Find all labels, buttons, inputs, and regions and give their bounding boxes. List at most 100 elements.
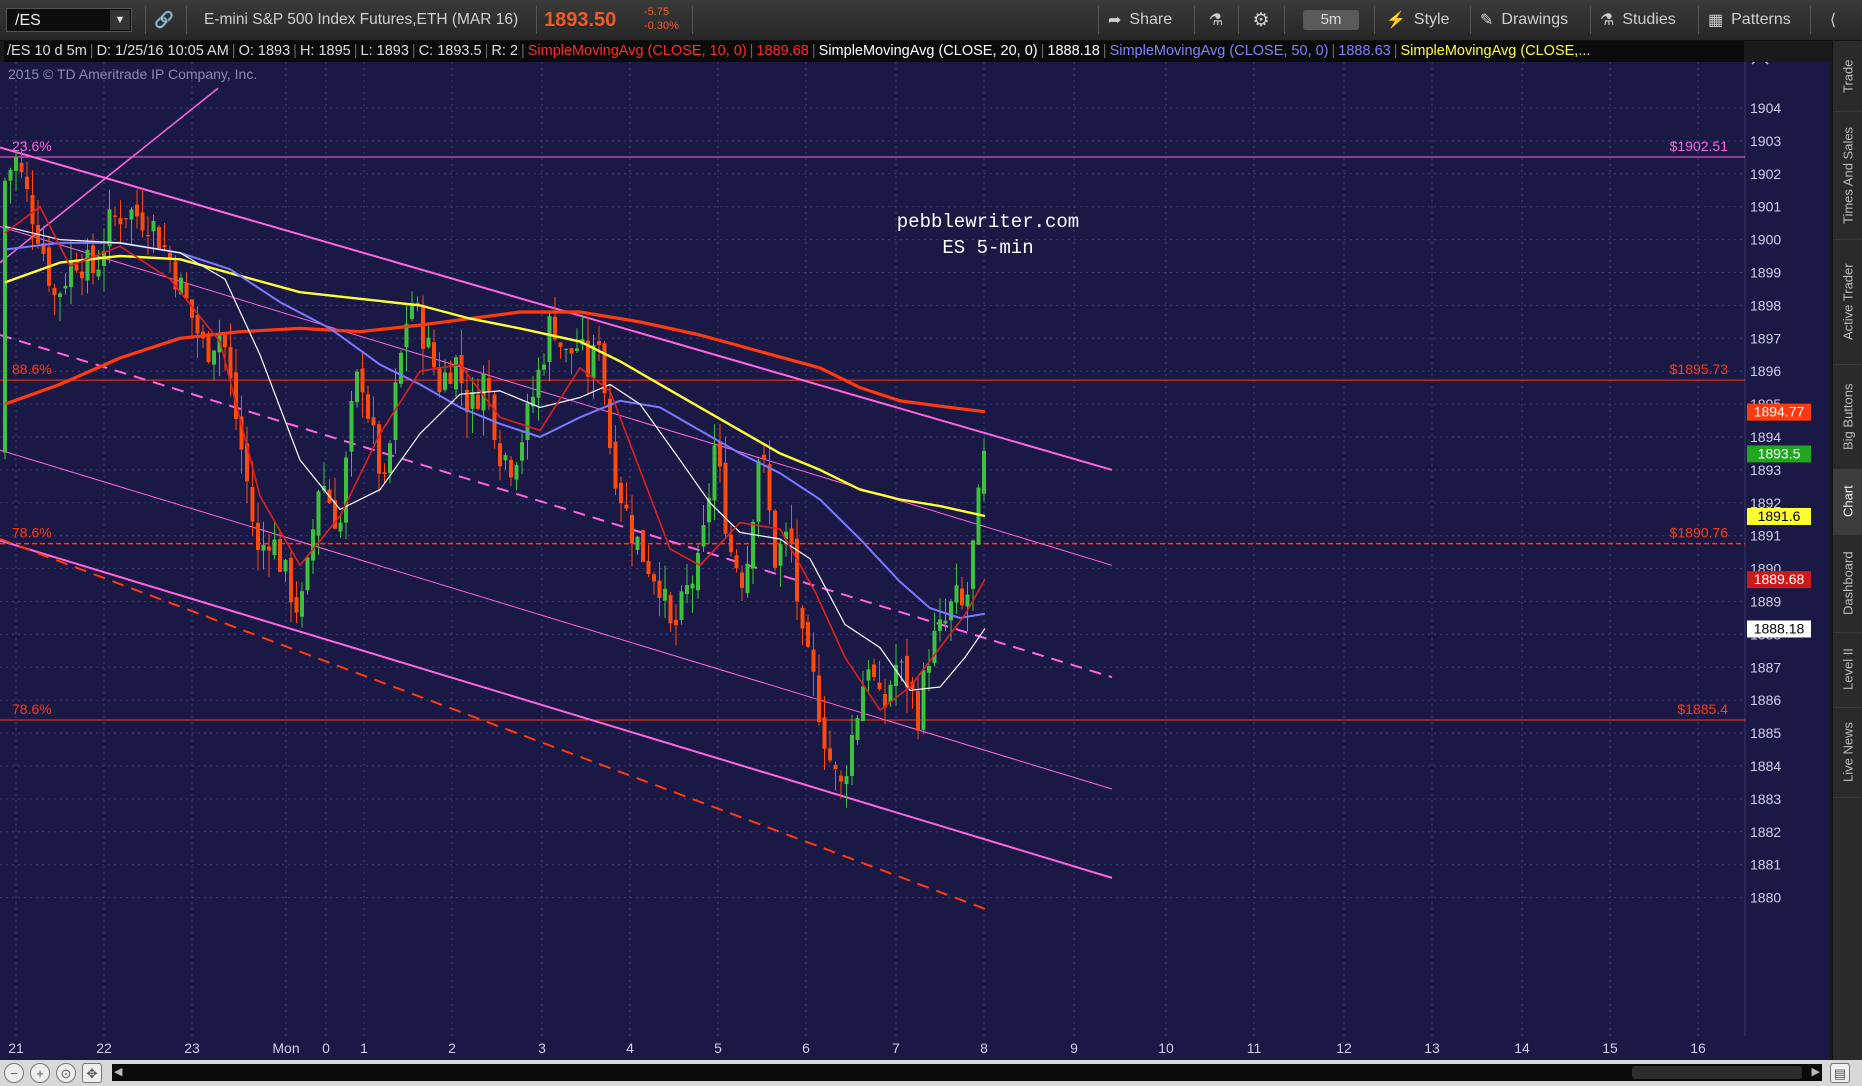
side-tab-level-ii[interactable]: Level II — [1833, 632, 1862, 708]
candle-body — [349, 400, 354, 452]
toolbar-divider — [1194, 6, 1195, 34]
candle-body — [844, 776, 849, 785]
x-tick-label: 14 — [1514, 1040, 1530, 1056]
zoom-in-icon[interactable]: + — [30, 1063, 50, 1083]
candle-body — [267, 546, 271, 551]
candle-body — [861, 686, 865, 722]
symbol-dropdown-icon[interactable]: ▼ — [110, 10, 130, 30]
sma10-label[interactable]: SimpleMovingAvg (CLOSE, 10, 0) — [525, 43, 750, 59]
candle-body — [679, 591, 684, 620]
candle-body — [932, 630, 937, 663]
settings-corner-icon[interactable]: ▤ — [1830, 1063, 1850, 1083]
candle-body — [443, 372, 447, 391]
info-symbol-period: /ES 10 d 5m — [7, 43, 87, 59]
candle-body — [25, 176, 29, 190]
side-tab-big-buttons[interactable]: Big Buttons — [1833, 364, 1862, 470]
sma-more-label[interactable]: SimpleMovingAvg (CLOSE,... — [1398, 43, 1594, 59]
candle-body — [371, 417, 376, 426]
price-chart[interactable]: 23.6% $1902.51 88.6% $1895.73 78.6% $1890.76 7… — [0, 62, 1830, 1060]
sma50-label[interactable]: SimpleMovingAvg (CLOSE, 50, 0) — [1107, 43, 1332, 59]
candle-body — [850, 735, 854, 776]
scroll-thumb[interactable] — [1632, 1066, 1802, 1079]
sma20-label[interactable]: SimpleMovingAvg (CLOSE, 20, 0) — [816, 43, 1041, 59]
side-tab-times-and-sales[interactable]: Times And Sales — [1833, 111, 1862, 240]
candle-body — [762, 454, 766, 460]
candle-body — [773, 510, 777, 568]
fib-price-label: $1902.51 — [1670, 138, 1729, 154]
scroll-left-icon[interactable]: ◀ — [114, 1064, 122, 1081]
toolbar-divider — [186, 6, 187, 34]
zoom-reset-icon[interactable]: ⊙ — [56, 1063, 76, 1083]
candle-body — [696, 552, 700, 591]
studies-button[interactable]: ⚗ Studies — [1600, 0, 1676, 40]
fib-pct-label: 78.6% — [12, 525, 52, 541]
candle-body — [833, 764, 838, 770]
horizontal-scrollbar[interactable]: ◀ ▶ — [112, 1064, 1822, 1081]
candle-body — [712, 445, 717, 501]
candle-body — [756, 460, 761, 522]
fib-price-label: $1890.76 — [1670, 525, 1729, 541]
style-button[interactable]: ⚡ Style — [1386, 0, 1450, 40]
y-tick-label: 1893 — [1750, 462, 1781, 478]
zoom-out-icon[interactable]: − — [4, 1063, 24, 1083]
y-tick-label: 1884 — [1750, 758, 1781, 774]
pan-icon[interactable]: ✥ — [82, 1063, 102, 1083]
candle-body — [426, 337, 431, 348]
candle-body — [151, 220, 156, 232]
candle-body — [965, 594, 970, 607]
candle-body — [828, 748, 832, 761]
side-tab-dashboard[interactable]: Dashboard — [1833, 534, 1862, 633]
side-tab-trade[interactable]: Trade — [1833, 41, 1862, 112]
x-tick-label: 9 — [1070, 1040, 1078, 1056]
candle-body — [767, 464, 772, 511]
side-tab-chart[interactable]: Chart — [1833, 469, 1862, 535]
candle-body — [564, 348, 568, 350]
candle-body — [140, 212, 145, 231]
toolbar-divider — [536, 6, 537, 34]
gear-icon[interactable]: ⚙ — [1248, 0, 1274, 40]
candle-body — [437, 366, 442, 393]
timeframe-button[interactable]: 5m — [1303, 10, 1359, 30]
candle-body — [206, 333, 211, 363]
scroll-right-icon[interactable]: ▶ — [1812, 1064, 1820, 1081]
drawings-button[interactable]: ✎ Drawings — [1480, 0, 1568, 40]
candle-body — [162, 245, 167, 248]
annotation-line-1: pebblewriter.com — [897, 211, 1079, 233]
collapse-icon[interactable]: ⟨ — [1818, 0, 1848, 40]
share-button[interactable]: ➦ Share — [1108, 0, 1172, 40]
flask-icon[interactable]: ⚗ — [1203, 0, 1229, 40]
candle-body — [789, 528, 794, 544]
candle-body — [663, 588, 667, 601]
y-tick-label: 1881 — [1750, 857, 1781, 873]
side-tab-live-news[interactable]: Live News — [1833, 707, 1862, 798]
candle-body — [635, 536, 640, 550]
candle-body — [795, 538, 799, 602]
link-icon[interactable]: 🔗 — [150, 0, 178, 40]
x-tick-label: 8 — [980, 1040, 988, 1056]
price-change: -5.75 -0.30% — [644, 5, 679, 33]
info-low: L: 1893 — [360, 43, 409, 59]
candle-body — [718, 442, 722, 467]
candle-body — [283, 559, 288, 572]
candle-body — [646, 560, 651, 574]
candle-body — [542, 364, 546, 370]
x-tick-label: 22 — [96, 1040, 112, 1056]
toolbar: /ES ▼ 🔗 E-mini S&P 500 Index Futures,ETH… — [0, 0, 1862, 41]
x-tick-label: Mon — [272, 1040, 299, 1056]
candle-body — [278, 539, 282, 572]
candle-body — [184, 283, 189, 299]
side-tab-active-trader[interactable]: Active Trader — [1833, 239, 1862, 365]
candle-body — [778, 544, 783, 566]
price-badge-label: 1891.6 — [1758, 508, 1801, 524]
toolbar-divider — [1590, 6, 1591, 34]
candle-body — [905, 655, 909, 688]
x-tick-label: 4 — [626, 1040, 634, 1056]
candle-body — [817, 675, 821, 722]
candle-body — [498, 443, 502, 467]
y-tick-label: 1886 — [1750, 692, 1781, 708]
x-tick-label: 7 — [892, 1040, 900, 1056]
toolbar-divider — [1810, 6, 1811, 34]
candle-body — [641, 530, 645, 562]
info-close: C: 1893.5 — [418, 43, 482, 59]
patterns-button[interactable]: ▦ Patterns — [1708, 0, 1791, 40]
